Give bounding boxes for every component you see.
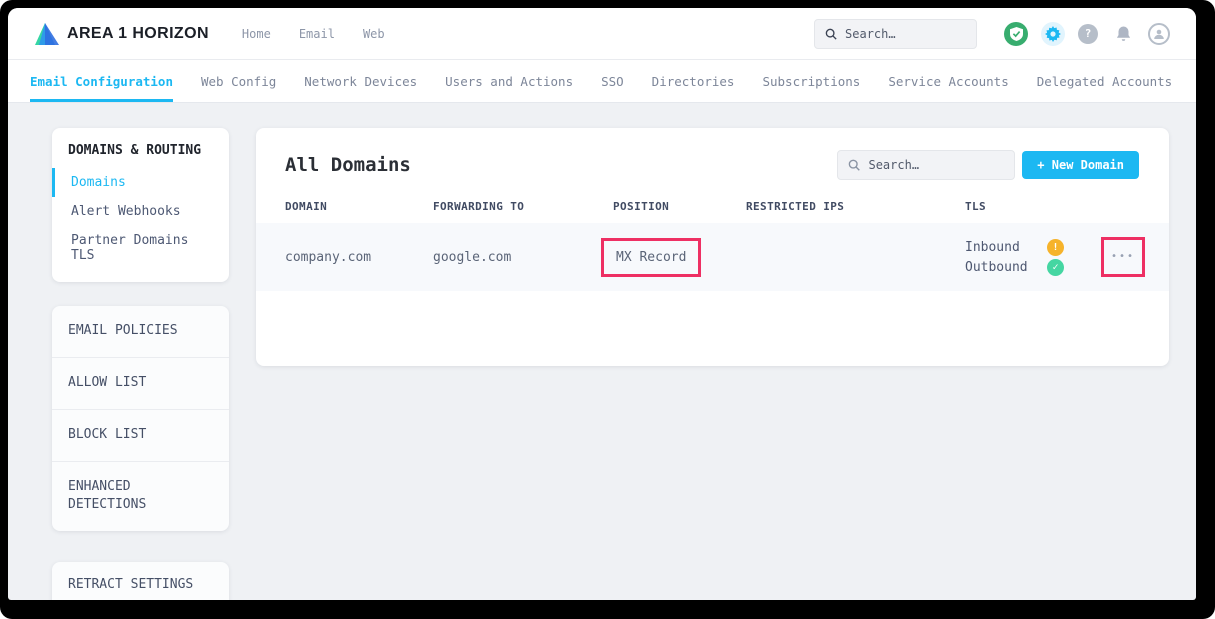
page-title: All Domains <box>285 154 411 176</box>
content-area: DOMAINS & ROUTING Domains Alert Webhooks… <box>8 103 1196 600</box>
row-actions: ••• <box>1101 237 1169 277</box>
row-actions-menu-icon[interactable]: ••• <box>1111 248 1135 266</box>
domains-routing-title: DOMAINS & ROUTING <box>52 143 229 158</box>
tls-outbound-ok-icon: ✓ <box>1047 259 1064 276</box>
shield-check-icon[interactable] <box>1004 22 1028 46</box>
global-search[interactable] <box>814 19 977 49</box>
tab-sso[interactable]: SSO <box>601 60 624 102</box>
tab-delegated-accounts[interactable]: Delegated Accounts <box>1037 60 1172 102</box>
all-domains-header: All Domains + New Domain <box>256 128 1169 180</box>
bell-icon[interactable] <box>1111 22 1135 46</box>
position-highlight-annotation: MX Record <box>601 238 701 277</box>
topbar-right: ? <box>814 19 1170 49</box>
tab-network-devices[interactable]: Network Devices <box>304 60 417 102</box>
topbar: AREA 1 HORIZON Home Email Web <box>8 8 1196 60</box>
sidebar-item-partner-domains-tls[interactable]: Partner Domains TLS <box>52 226 229 270</box>
sidebar-item-domains[interactable]: Domains <box>52 168 229 197</box>
new-domain-button[interactable]: + New Domain <box>1022 151 1139 179</box>
tab-email-configuration[interactable]: Email Configuration <box>30 60 173 102</box>
table-row[interactable]: company.com google.com MX Record Inbound… <box>256 223 1169 291</box>
table-header: DOMAIN FORWARDING TO POSITION RESTRICTED… <box>256 200 1169 223</box>
app-window: AREA 1 HORIZON Home Email Web <box>8 8 1196 600</box>
retract-settings-card: RETRACT SETTINGS <box>52 562 229 600</box>
col-tls: TLS <box>965 200 1101 213</box>
sidebar-sections-card: EMAIL POLICIES ALLOW LIST BLOCK LIST ENH… <box>52 306 229 531</box>
domains-search[interactable] <box>837 150 1015 180</box>
search-icon <box>825 27 837 41</box>
topnav-web[interactable]: Web <box>363 27 385 41</box>
tab-service-accounts[interactable]: Service Accounts <box>888 60 1008 102</box>
col-restricted-ips: RESTRICTED IPS <box>746 200 965 213</box>
tab-subscriptions[interactable]: Subscriptions <box>762 60 860 102</box>
all-domains-card: All Domains + New Domain DOMAIN FORWARDI… <box>256 128 1169 366</box>
top-nav: Home Email Web <box>242 27 385 41</box>
tab-directories[interactable]: Directories <box>652 60 735 102</box>
sidebar-item-enhanced-detections[interactable]: ENHANCED DETECTIONS <box>52 462 182 532</box>
col-position: POSITION <box>613 200 746 213</box>
sidebar: DOMAINS & ROUTING Domains Alert Webhooks… <box>52 128 229 600</box>
col-domain: DOMAIN <box>285 200 433 213</box>
screenshot-frame: AREA 1 HORIZON Home Email Web <box>0 0 1215 619</box>
sidebar-item-retract-settings[interactable]: RETRACT SETTINGS <box>52 562 229 600</box>
col-forwarding-to: FORWARDING TO <box>433 200 613 213</box>
topnav-email[interactable]: Email <box>299 27 335 41</box>
domains-search-input[interactable] <box>868 158 1004 172</box>
topnav-home[interactable]: Home <box>242 27 271 41</box>
tls-inbound-warning-icon: ! <box>1047 239 1064 256</box>
tls-inbound-label: Inbound <box>965 240 1047 255</box>
user-avatar-icon[interactable] <box>1148 23 1170 45</box>
gear-icon[interactable] <box>1041 22 1065 46</box>
tls-outbound-label: Outbound <box>965 260 1047 275</box>
sidebar-item-email-policies[interactable]: EMAIL POLICIES <box>52 306 229 358</box>
sidebar-item-alert-webhooks[interactable]: Alert Webhooks <box>52 197 229 226</box>
sidebar-item-allow-list[interactable]: ALLOW LIST <box>52 358 229 410</box>
domains-routing-card: DOMAINS & ROUTING Domains Alert Webhooks… <box>52 128 229 282</box>
actions-highlight-annotation: ••• <box>1101 237 1145 277</box>
logo-text: AREA 1 HORIZON <box>67 25 209 43</box>
tab-users-and-actions[interactable]: Users and Actions <box>445 60 573 102</box>
tls-cell: Inbound ! Outbound ✓ <box>965 239 1101 276</box>
global-search-input[interactable] <box>845 27 966 41</box>
logo[interactable]: AREA 1 HORIZON <box>35 23 209 45</box>
position-cell: MX Record <box>613 238 746 277</box>
sidebar-item-block-list[interactable]: BLOCK LIST <box>52 410 229 462</box>
domain-cell: company.com <box>285 250 433 265</box>
config-tabs: Email Configuration Web Config Network D… <box>8 60 1196 103</box>
search-icon <box>848 158 860 172</box>
tab-web-config[interactable]: Web Config <box>201 60 276 102</box>
logo-triangle-icon <box>35 23 59 45</box>
help-icon[interactable]: ? <box>1078 24 1098 44</box>
forwarding-cell: google.com <box>433 250 613 265</box>
